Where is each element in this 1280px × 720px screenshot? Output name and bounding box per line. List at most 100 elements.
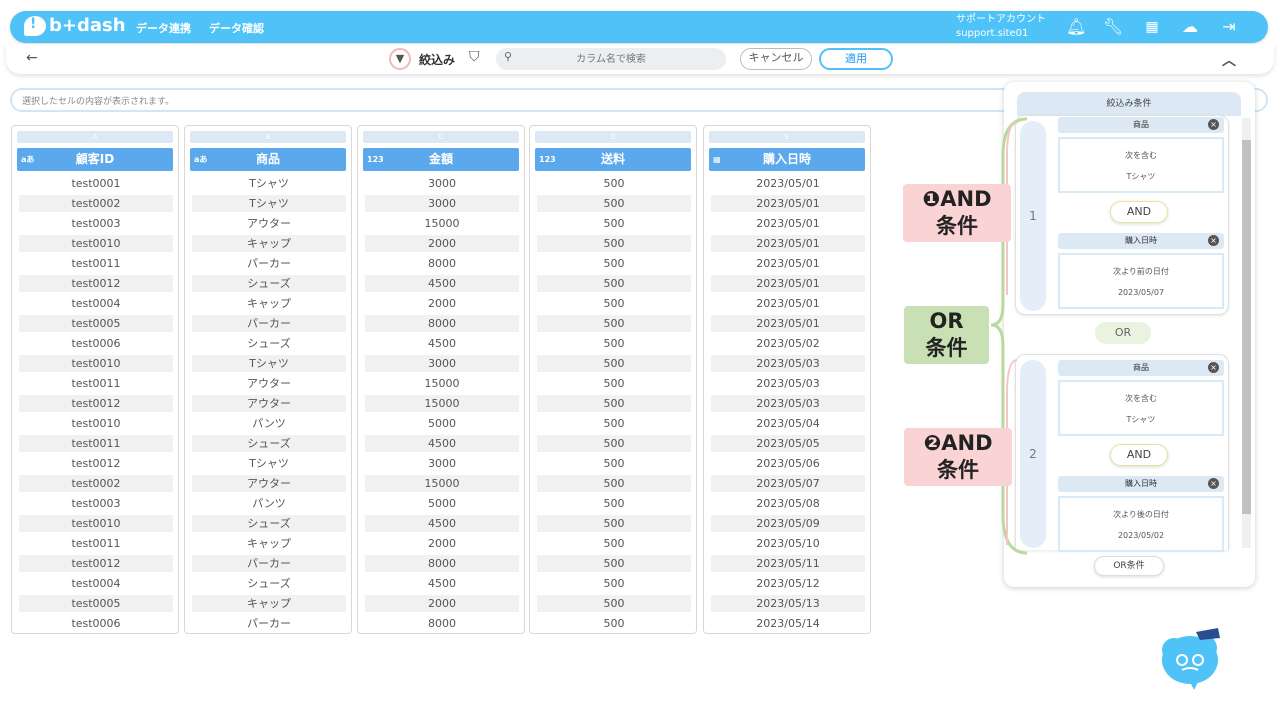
column-header[interactable]: aあ 商品 — [190, 148, 346, 171]
add-or-condition-button[interactable]: OR条件 — [1094, 556, 1164, 576]
nav-data-link[interactable]: データ連携 — [136, 20, 191, 36]
table-cell[interactable]: 2023/05/04 — [711, 415, 865, 432]
logout-icon[interactable]: ⇥ — [1219, 17, 1239, 37]
table-cell[interactable]: 500 — [537, 215, 691, 232]
table-cell[interactable]: test0012 — [19, 555, 173, 572]
table-cell[interactable]: 2023/05/13 — [711, 595, 865, 612]
table-cell[interactable]: test0011 — [19, 375, 173, 392]
table-cell[interactable]: 5000 — [365, 415, 519, 432]
table-cell[interactable]: 500 — [537, 195, 691, 212]
table-cell[interactable]: 15000 — [365, 475, 519, 492]
table-cell[interactable]: 2000 — [365, 295, 519, 312]
account-info[interactable]: サポートアカウント support.site01 — [956, 13, 1046, 41]
table-cell[interactable]: 5000 — [365, 495, 519, 512]
table-cell[interactable]: 500 — [537, 395, 691, 412]
table-cell[interactable]: 15000 — [365, 395, 519, 412]
cancel-button[interactable]: キャンセル — [740, 48, 812, 70]
logo[interactable]: b+dash — [24, 15, 126, 36]
table-cell[interactable]: 500 — [537, 555, 691, 572]
table-cell[interactable]: 2023/05/14 — [711, 615, 865, 632]
column-header[interactable]: 123 金額 — [363, 148, 519, 171]
scrollbar-thumb[interactable] — [1242, 140, 1251, 514]
table-cell[interactable]: シューズ — [192, 515, 346, 532]
table-cell[interactable]: 500 — [537, 455, 691, 472]
table-cell[interactable]: 500 — [537, 495, 691, 512]
apply-button[interactable]: 適用 — [819, 48, 893, 70]
table-cell[interactable]: シューズ — [192, 435, 346, 452]
grid-icon[interactable]: ▦ — [1142, 17, 1162, 37]
column-header[interactable]: aあ 顧客ID — [17, 148, 173, 171]
condition-box[interactable]: 次を含む Tシャツ — [1058, 137, 1224, 193]
table-cell[interactable]: 4500 — [365, 575, 519, 592]
table-cell[interactable]: test0010 — [19, 415, 173, 432]
table-cell[interactable]: 500 — [537, 595, 691, 612]
table-cell[interactable]: 500 — [537, 515, 691, 532]
table-cell[interactable]: 3000 — [365, 195, 519, 212]
table-cell[interactable]: 500 — [537, 535, 691, 552]
table-cell[interactable]: パンツ — [192, 495, 346, 512]
wrench-icon[interactable]: 🔧︎ — [1103, 17, 1123, 37]
table-cell[interactable]: Tシャツ — [192, 195, 346, 212]
nav-data-check[interactable]: データ確認 — [209, 20, 264, 36]
table-cell[interactable]: test0010 — [19, 235, 173, 252]
table-cell[interactable]: キャップ — [192, 595, 346, 612]
table-cell[interactable]: 3000 — [365, 455, 519, 472]
table-cell[interactable]: 2023/05/05 — [711, 435, 865, 452]
table-cell[interactable]: シューズ — [192, 575, 346, 592]
table-cell[interactable]: 500 — [537, 375, 691, 392]
table-cell[interactable]: 500 — [537, 175, 691, 192]
remove-condition-icon[interactable]: × — [1208, 362, 1219, 373]
table-cell[interactable]: test0011 — [19, 435, 173, 452]
table-cell[interactable]: 2023/05/03 — [711, 375, 865, 392]
table-cell[interactable]: test0003 — [19, 495, 173, 512]
table-cell[interactable]: 2023/05/12 — [711, 575, 865, 592]
table-cell[interactable]: 8000 — [365, 255, 519, 272]
table-cell[interactable]: シューズ — [192, 335, 346, 352]
table-cell[interactable]: 2000 — [365, 235, 519, 252]
table-cell[interactable]: 15000 — [365, 375, 519, 392]
table-cell[interactable]: Tシャツ — [192, 175, 346, 192]
table-cell[interactable]: 4500 — [365, 275, 519, 292]
back-arrow-icon[interactable]: ← — [26, 50, 38, 66]
table-cell[interactable]: 500 — [537, 255, 691, 272]
table-cell[interactable]: パーカー — [192, 315, 346, 332]
table-cell[interactable]: 2023/05/01 — [711, 175, 865, 192]
table-cell[interactable]: 2023/05/01 — [711, 195, 865, 212]
table-cell[interactable]: 8000 — [365, 555, 519, 572]
table-cell[interactable]: Tシャツ — [192, 355, 346, 372]
table-cell[interactable]: 2023/05/07 — [711, 475, 865, 492]
column-search-input[interactable] — [496, 48, 726, 70]
table-cell[interactable]: 2023/05/06 — [711, 455, 865, 472]
table-cell[interactable]: アウター — [192, 395, 346, 412]
table-cell[interactable]: 500 — [537, 335, 691, 352]
shield-icon[interactable]: ⛉ — [469, 49, 480, 65]
table-cell[interactable]: 500 — [537, 475, 691, 492]
or-connector[interactable]: OR — [1095, 322, 1151, 344]
table-cell[interactable]: test0005 — [19, 315, 173, 332]
table-cell[interactable]: パーカー — [192, 555, 346, 572]
table-cell[interactable]: 4500 — [365, 435, 519, 452]
table-cell[interactable]: test0003 — [19, 215, 173, 232]
column-letter[interactable]: A — [17, 131, 173, 143]
table-cell[interactable]: 2023/05/01 — [711, 255, 865, 272]
support-mascot-icon[interactable]: ☁ — [1180, 17, 1200, 37]
table-cell[interactable]: 2023/05/01 — [711, 235, 865, 252]
table-cell[interactable]: test0010 — [19, 515, 173, 532]
table-cell[interactable]: アウター — [192, 215, 346, 232]
collapse-icon[interactable]: ︿ — [1222, 50, 1236, 70]
table-cell[interactable]: 2023/05/01 — [711, 315, 865, 332]
column-letter[interactable]: D — [535, 131, 691, 143]
column-letter[interactable]: C — [363, 131, 519, 143]
condition-box[interactable]: 次を含む Tシャツ — [1058, 380, 1224, 436]
table-cell[interactable]: シューズ — [192, 275, 346, 292]
table-cell[interactable]: 2023/05/09 — [711, 515, 865, 532]
table-cell[interactable]: 500 — [537, 355, 691, 372]
table-cell[interactable]: Tシャツ — [192, 455, 346, 472]
table-cell[interactable]: 3000 — [365, 355, 519, 372]
table-cell[interactable]: test0004 — [19, 295, 173, 312]
table-cell[interactable]: 500 — [537, 615, 691, 632]
table-cell[interactable]: 8000 — [365, 615, 519, 632]
table-cell[interactable]: 500 — [537, 275, 691, 292]
table-cell[interactable]: test0012 — [19, 275, 173, 292]
table-cell[interactable]: test0004 — [19, 575, 173, 592]
